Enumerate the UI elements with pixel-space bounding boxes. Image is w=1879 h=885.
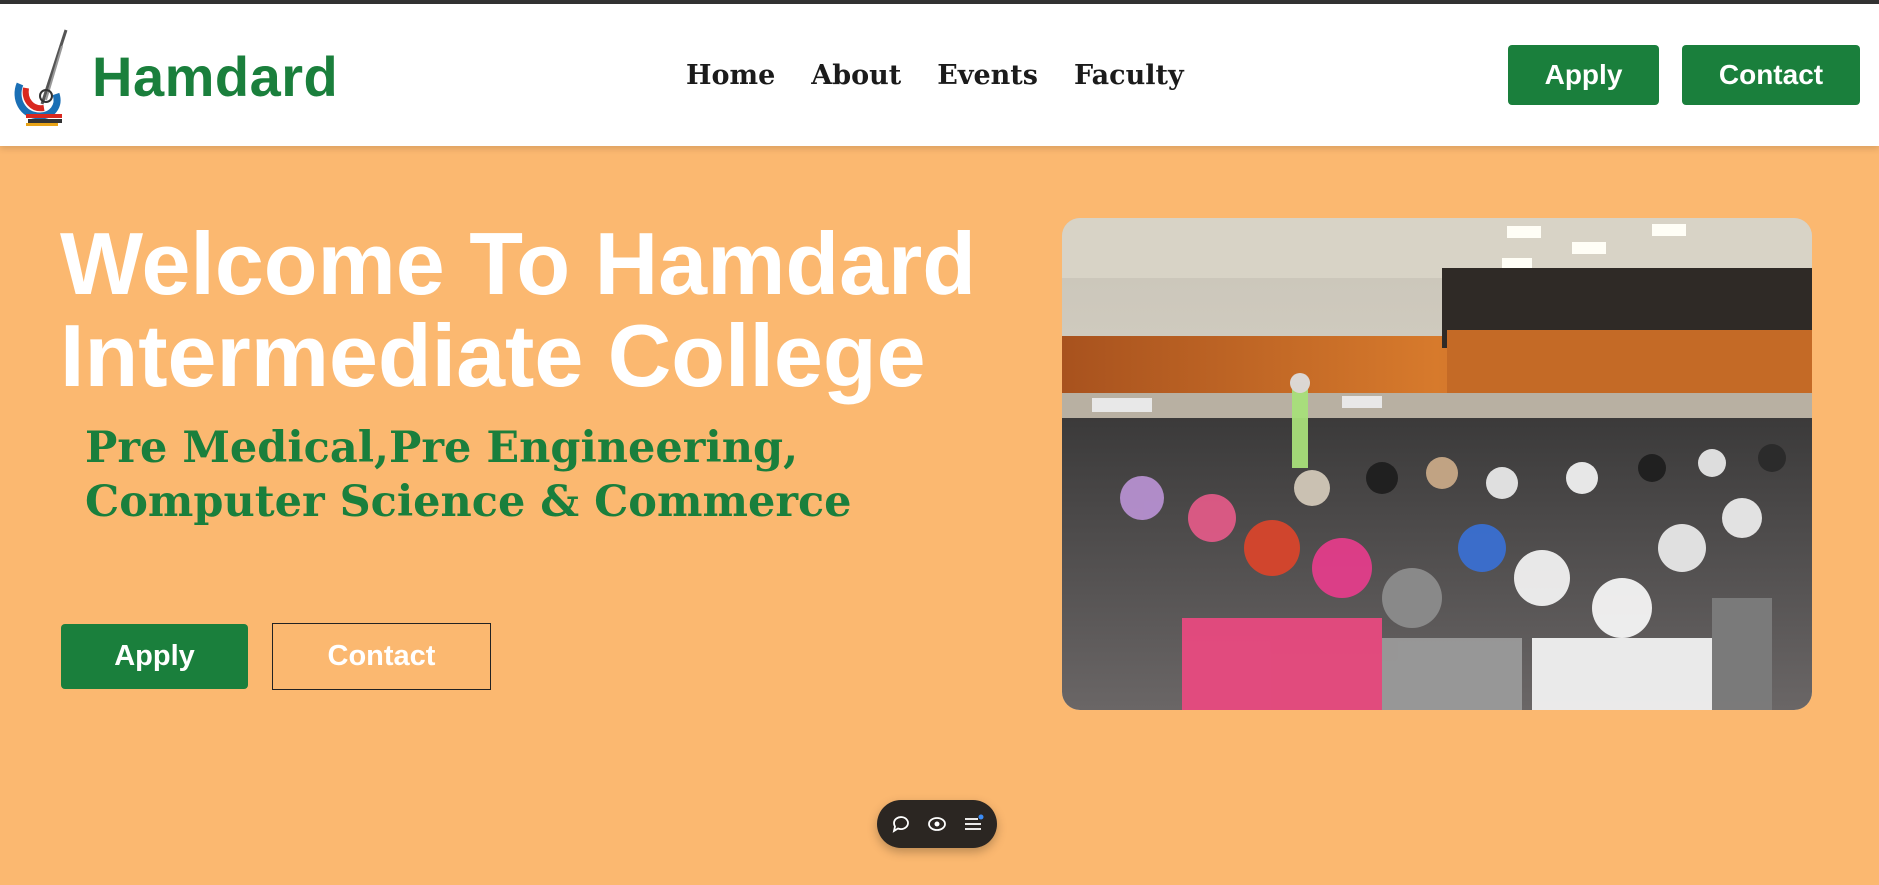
- hero-title-line-1: Welcome To Hamdard: [60, 214, 977, 313]
- site-header: Hamdard Home About Events Faculty Apply …: [0, 4, 1879, 146]
- hero-title: Welcome To Hamdard Intermediate College: [60, 218, 1040, 402]
- menu-icon[interactable]: [962, 813, 984, 835]
- nav-faculty[interactable]: Faculty: [1074, 60, 1184, 91]
- nav-about[interactable]: About: [811, 60, 901, 91]
- eye-icon[interactable]: [926, 813, 948, 835]
- header-apply-button[interactable]: Apply: [1508, 45, 1659, 105]
- hero-apply-button[interactable]: Apply: [61, 624, 248, 689]
- hero-subtitle-line-1: Pre Medical,Pre Engineering,: [85, 423, 799, 473]
- header-contact-button[interactable]: Contact: [1682, 45, 1860, 105]
- comment-icon[interactable]: [890, 813, 912, 835]
- hero-title-line-2: Intermediate College: [60, 306, 926, 405]
- hero-contact-button[interactable]: Contact: [272, 623, 491, 690]
- college-logo[interactable]: [12, 26, 70, 126]
- floating-toolbar: [877, 800, 997, 848]
- auditorium-photo: [1062, 218, 1812, 710]
- nav-events[interactable]: Events: [937, 60, 1038, 91]
- brand-name[interactable]: Hamdard: [92, 44, 338, 109]
- hero-subtitle: Pre Medical,Pre Engineering, Computer Sc…: [85, 421, 885, 529]
- nav-home[interactable]: Home: [686, 60, 775, 91]
- main-nav: Home About Events Faculty: [686, 60, 1184, 91]
- hero-subtitle-line-2: Computer Science & Commerce: [85, 477, 852, 527]
